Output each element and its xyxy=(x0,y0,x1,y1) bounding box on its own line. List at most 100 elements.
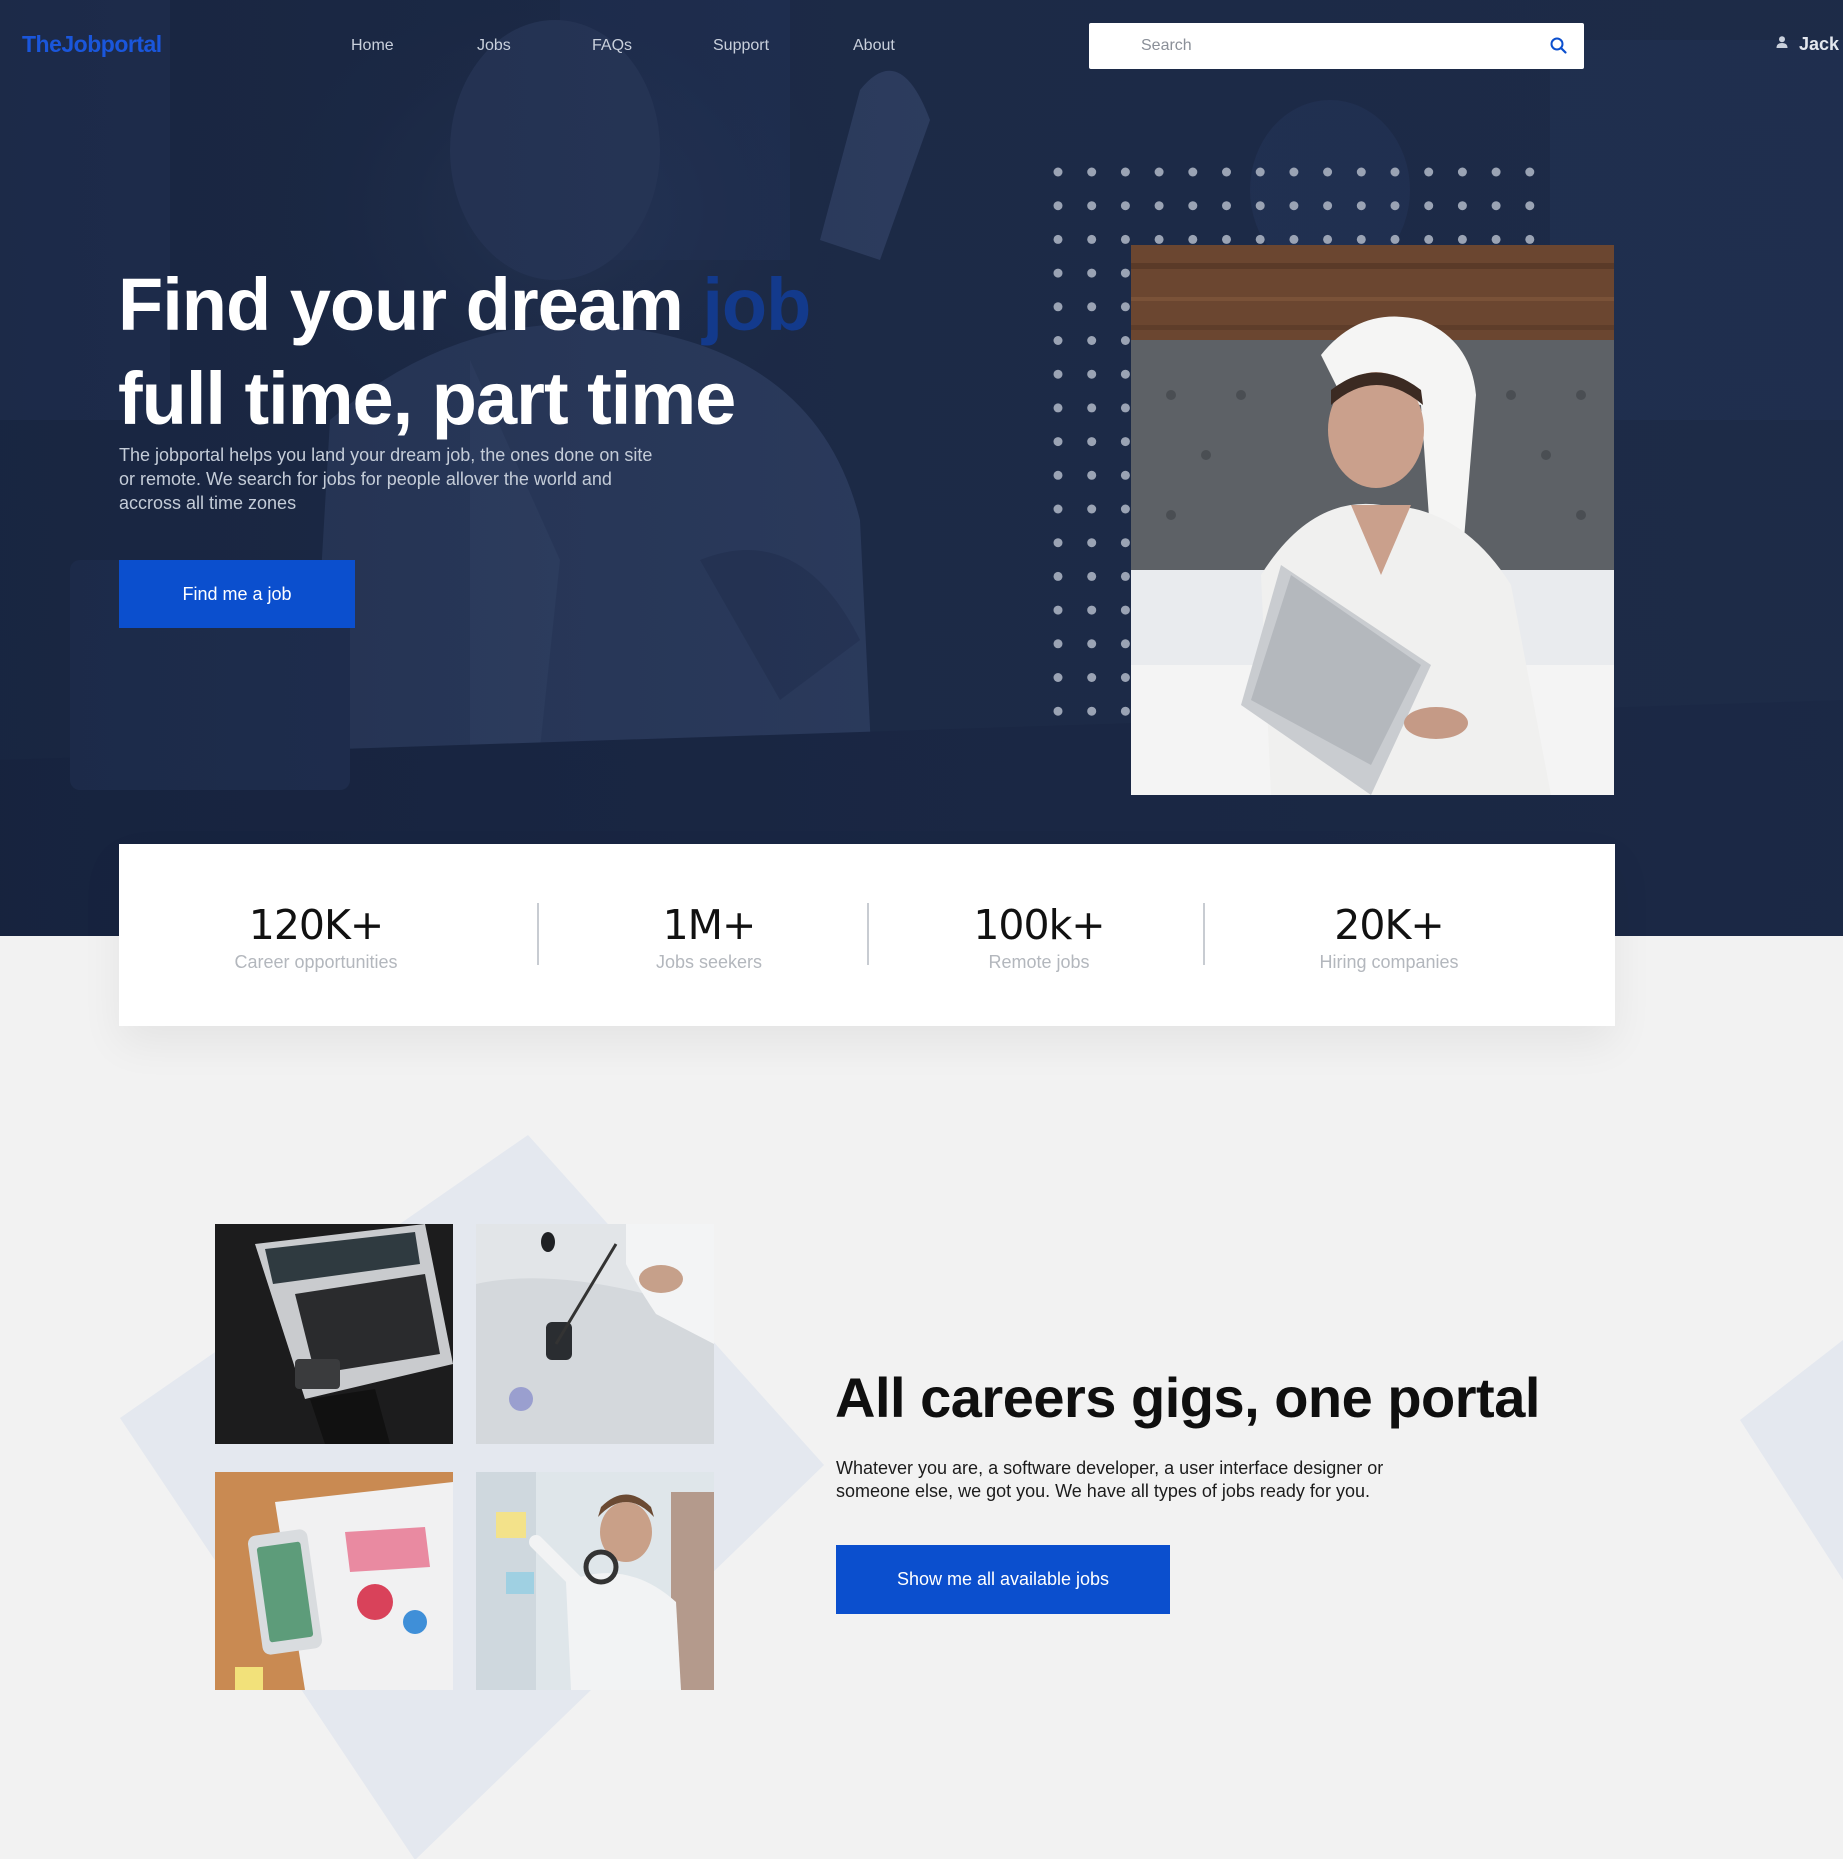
grid-dot xyxy=(1120,504,1130,514)
grid-dot xyxy=(1120,302,1130,312)
grid-dot xyxy=(1120,571,1130,581)
grid-dot xyxy=(1087,605,1097,615)
grid-dot xyxy=(1457,167,1467,177)
hero-photo-woman-laptop xyxy=(1131,245,1614,795)
grid-dot xyxy=(1120,167,1130,177)
stat-remote-jobs: 100k+ Remote jobs xyxy=(919,902,1159,973)
grid-dot xyxy=(1087,302,1097,312)
grid-dot xyxy=(1120,470,1130,480)
grid-dot xyxy=(1154,234,1164,244)
grid-dot xyxy=(1323,167,1333,177)
grid-dot xyxy=(1525,201,1535,211)
stat-value: 1M+ xyxy=(662,901,757,949)
grid-dot xyxy=(1053,437,1063,447)
tile-photo-ink-drawing xyxy=(476,1224,714,1444)
show-all-jobs-button[interactable]: Show me all available jobs xyxy=(836,1545,1170,1614)
grid-dot xyxy=(1255,167,1265,177)
user-icon xyxy=(1775,35,1789,54)
grid-dot xyxy=(1222,167,1231,177)
grid-dot xyxy=(1222,234,1231,244)
grid-dot xyxy=(1053,369,1063,379)
grid-dot xyxy=(1188,167,1198,177)
grid-dot xyxy=(1255,234,1265,244)
grid-dot xyxy=(1120,336,1130,345)
stat-value: 20K+ xyxy=(1334,901,1444,949)
grid-dot xyxy=(1424,201,1434,211)
grid-dot xyxy=(1087,504,1097,514)
stat-value: 120K+ xyxy=(248,901,385,949)
grid-dot xyxy=(1087,706,1097,716)
grid-dot xyxy=(1087,470,1097,480)
find-job-button[interactable]: Find me a job xyxy=(119,560,355,628)
grid-dot xyxy=(1356,201,1366,211)
tile-photo-phone-charts xyxy=(215,1472,453,1690)
grid-dot xyxy=(1390,201,1400,211)
grid-dot xyxy=(1087,673,1097,682)
grid-dot xyxy=(1120,201,1130,211)
grid-dot xyxy=(1154,167,1164,177)
stat-career-opportunities: 120K+ Career opportunities xyxy=(201,902,431,973)
grid-dot xyxy=(1120,706,1130,716)
grid-dot xyxy=(1053,268,1063,278)
stats-card: 120K+ Career opportunities 1M+ Jobs seek… xyxy=(119,844,1615,1026)
stat-job-seekers: 1M+ Jobs seekers xyxy=(589,902,829,973)
stat-divider xyxy=(537,903,539,965)
tile-photo-laptop xyxy=(215,1224,453,1444)
nav-link-jobs[interactable]: Jobs xyxy=(477,37,511,55)
grid-dot xyxy=(1087,234,1097,244)
grid-dot xyxy=(1323,234,1333,244)
nav-link-faqs[interactable]: FAQs xyxy=(592,37,632,55)
grid-dot xyxy=(1188,201,1198,211)
grid-dot xyxy=(1087,639,1097,649)
stat-label: Career opportunities xyxy=(234,952,398,972)
grid-dot xyxy=(1053,167,1063,177)
grid-dot xyxy=(1053,504,1063,514)
grid-dot xyxy=(1053,673,1063,682)
grid-dot xyxy=(1525,167,1535,177)
grid-dot xyxy=(1120,369,1130,379)
user-name: Jack xyxy=(1799,34,1840,54)
search-icon[interactable] xyxy=(1548,35,1570,57)
grid-dot xyxy=(1053,538,1063,548)
grid-dot xyxy=(1120,268,1130,278)
tile-photo-designer-wall xyxy=(476,1472,714,1690)
grid-dot xyxy=(1087,336,1097,345)
nav-link-home[interactable]: Home xyxy=(351,37,394,55)
grid-dot xyxy=(1525,234,1535,244)
grid-dot xyxy=(1222,201,1231,211)
stat-hiring-companies: 20K+ Hiring companies xyxy=(1259,902,1519,973)
grid-dot xyxy=(1390,234,1400,244)
grid-dot xyxy=(1120,639,1130,649)
nav-link-support[interactable]: Support xyxy=(713,37,769,55)
search-input[interactable] xyxy=(1141,23,1521,69)
careers-description: Whatever you are, a software developer, … xyxy=(836,1458,1384,1501)
grid-dot xyxy=(1356,234,1366,244)
logo[interactable]: TheJobportal xyxy=(22,31,162,58)
grid-dot xyxy=(1323,201,1333,211)
grid-dot xyxy=(1120,605,1130,615)
grid-dot xyxy=(1120,234,1130,244)
decorative-diamond-right xyxy=(1740,1340,1843,1580)
grid-dot xyxy=(1120,538,1130,548)
grid-dot xyxy=(1120,403,1130,413)
grid-dot xyxy=(1390,167,1400,177)
hero-section: TheJobportal Home Jobs FAQs Support Abou… xyxy=(0,0,1843,936)
grid-dot xyxy=(1053,302,1063,312)
search-bar xyxy=(1089,23,1584,69)
grid-dot xyxy=(1087,437,1097,447)
grid-dot xyxy=(1491,201,1501,211)
nav-link-about[interactable]: About xyxy=(853,37,895,55)
hero-headline-line1: Find your dream xyxy=(118,263,703,346)
hero-description: The jobportal helps you land your dream … xyxy=(119,445,653,513)
hero-headline: Find your dream job full time, part time xyxy=(118,258,811,446)
grid-dot xyxy=(1053,605,1063,615)
grid-dot xyxy=(1356,167,1366,177)
grid-dot xyxy=(1053,234,1063,244)
grid-dot xyxy=(1491,234,1501,244)
grid-dot xyxy=(1087,403,1097,413)
grid-dot xyxy=(1255,201,1265,211)
grid-dot xyxy=(1154,201,1164,211)
user-menu[interactable]: Jack xyxy=(1775,34,1839,55)
grid-dot xyxy=(1289,201,1299,211)
stat-divider xyxy=(1203,903,1205,965)
